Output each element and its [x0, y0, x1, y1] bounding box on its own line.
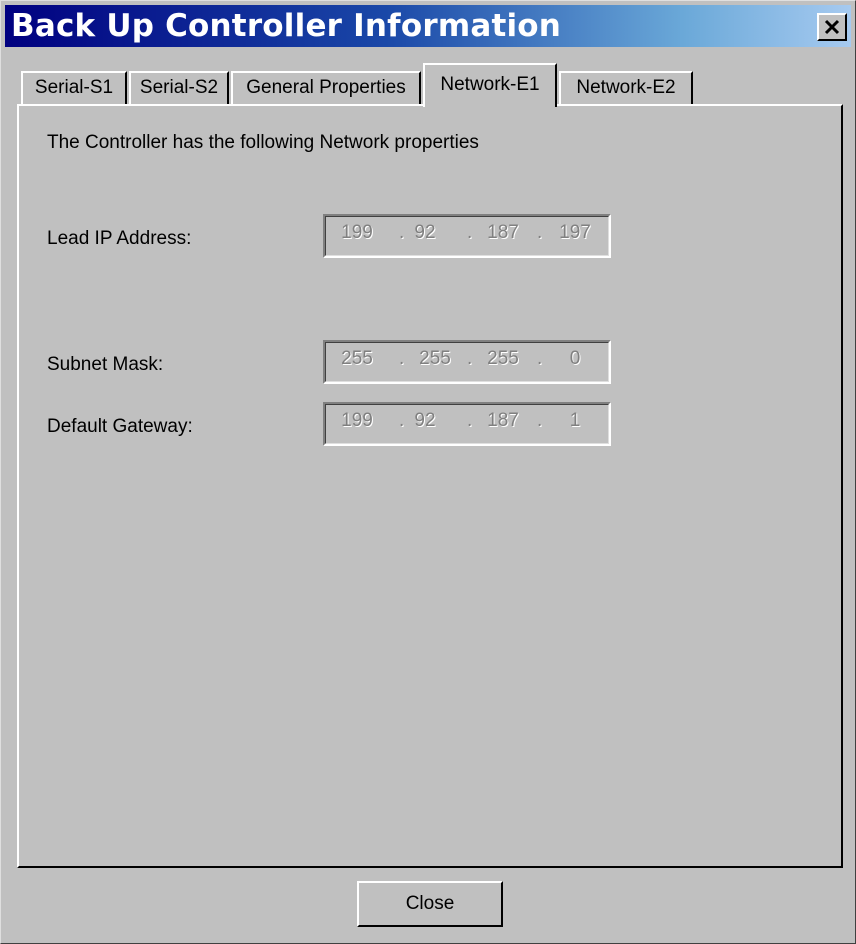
close-button[interactable]: Close [357, 881, 503, 927]
ip-octet: 197 [559, 222, 591, 243]
tab-serial-s2[interactable]: Serial-S2 [129, 71, 229, 105]
ip-dot: . [537, 348, 543, 369]
panel-heading: The Controller has the following Network… [47, 132, 479, 153]
ip-octet: 255 [487, 348, 519, 369]
ip-dot: . [537, 410, 543, 431]
lead-ip-label: Lead IP Address: [47, 228, 192, 249]
tab-general-properties[interactable]: General Properties [231, 71, 421, 105]
close-x-icon[interactable] [817, 13, 847, 41]
default-gateway-label: Default Gateway: [47, 416, 193, 437]
title-bar[interactable]: Back Up Controller Information [5, 5, 851, 47]
tab-network-e2[interactable]: Network-E2 [559, 71, 693, 105]
dialog-window: Back Up Controller Information Serial-S1… [0, 0, 856, 944]
subnet-mask-input[interactable]: 255 . 255 . 255 . 0 [323, 340, 611, 384]
network-e1-panel: The Controller has the following Network… [17, 104, 843, 868]
default-gateway-input[interactable]: 199 . 92 . 187 . 1 [323, 402, 611, 446]
ip-dot: . [537, 222, 543, 243]
ip-dot: . [467, 222, 473, 243]
lead-ip-input[interactable]: 199 . 92 . 187 . 197 [323, 214, 611, 258]
tab-network-e1[interactable]: Network-E1 [423, 63, 557, 107]
window-title: Back Up Controller Information [11, 8, 562, 44]
ip-octet: 0 [569, 348, 581, 369]
ip-octet: 199 [341, 410, 373, 431]
ip-octet: 92 [414, 410, 436, 431]
tab-serial-s1[interactable]: Serial-S1 [21, 71, 127, 105]
ip-octet: 255 [419, 348, 451, 369]
ip-octet: 1 [569, 410, 581, 431]
ip-octet: 92 [414, 222, 436, 243]
ip-octet: 199 [341, 222, 373, 243]
ip-dot: . [399, 348, 405, 369]
ip-octet: 187 [487, 410, 519, 431]
ip-dot: . [467, 410, 473, 431]
ip-octet: 255 [341, 348, 373, 369]
ip-octet: 187 [487, 222, 519, 243]
subnet-mask-label: Subnet Mask: [47, 354, 164, 375]
ip-dot: . [467, 348, 473, 369]
